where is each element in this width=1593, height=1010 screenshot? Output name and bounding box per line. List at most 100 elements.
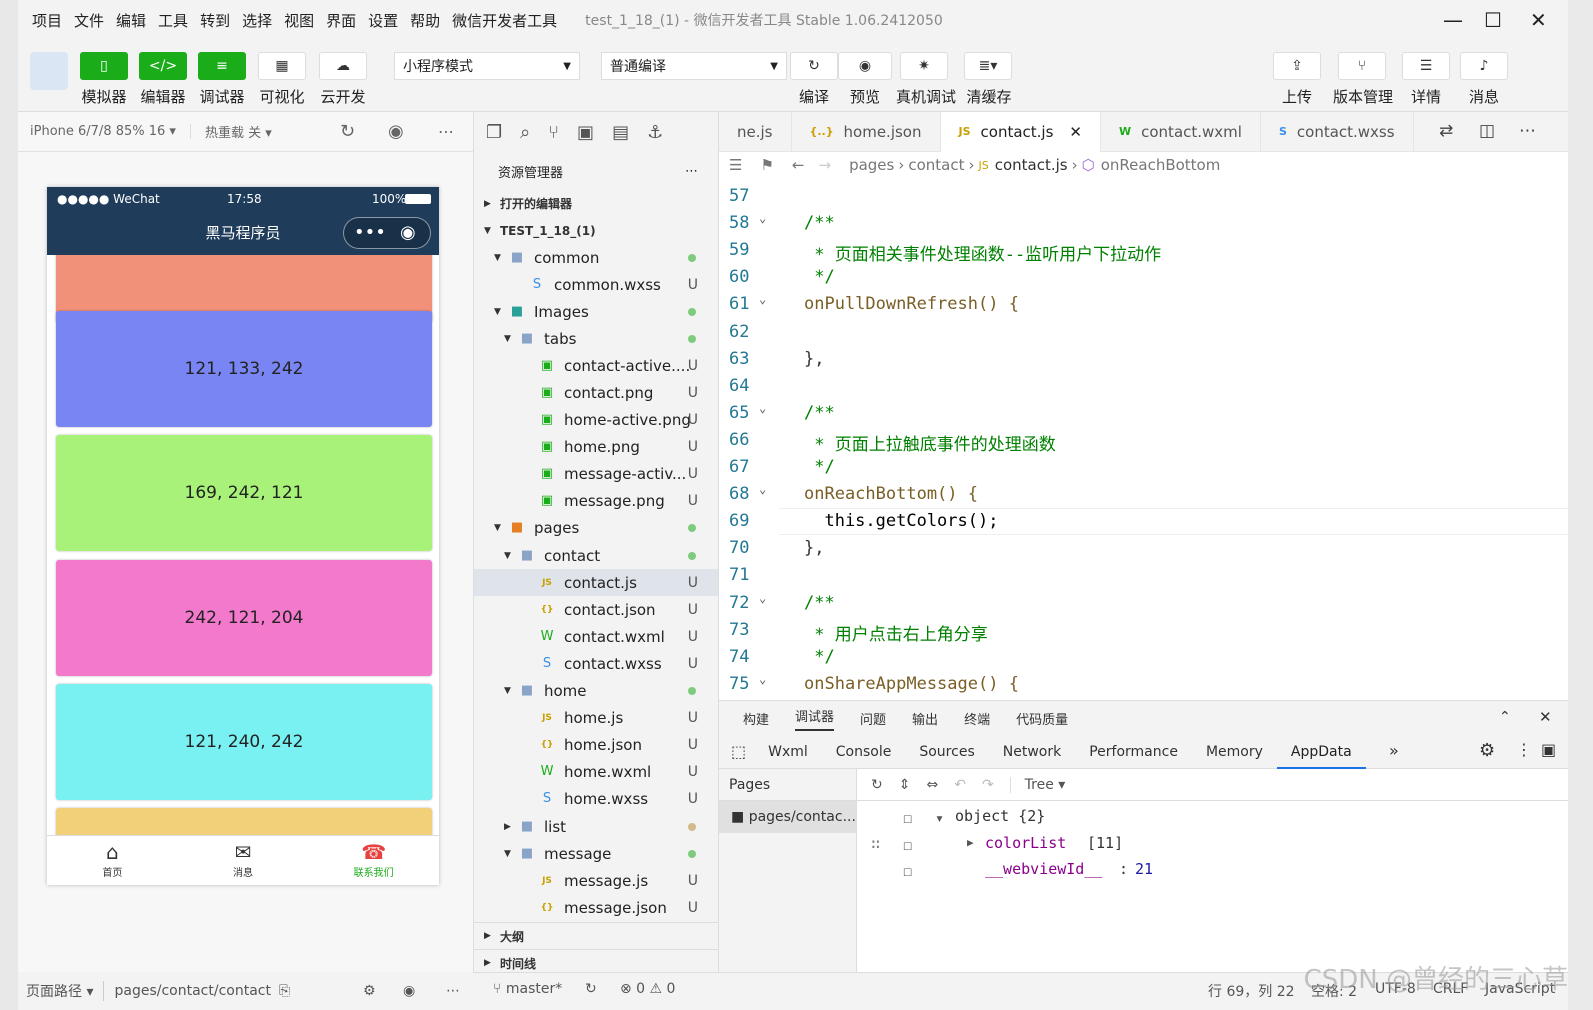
editor-toggle-button[interactable]: </> [139,52,187,80]
devtools-tab[interactable]: Wxml [754,735,822,769]
drag-handle-icon[interactable]: ∷ [871,835,880,853]
close-panel-icon[interactable]: ✕ [1539,708,1552,726]
compare-icon[interactable]: ⇄ [1439,121,1453,141]
dock-icon[interactable]: ▣ [1541,740,1556,759]
docker-icon[interactable]: ⚓ [647,122,663,143]
breadcrumb-contact[interactable]: contact [908,156,964,174]
rotate-icon[interactable]: ↻ [340,121,355,142]
cloud-button[interactable]: ☁ [319,52,367,80]
devtools-tab[interactable]: Sources [905,735,988,769]
file-tree-item[interactable]: ▣ home-active.png U [474,407,718,434]
hot-reload-select[interactable]: 热重载 关 ▾ [205,122,272,141]
file-tree-item[interactable]: ▼ ■ common [474,244,718,271]
settings-gear-icon[interactable]: ⚙ [1479,740,1495,761]
file-tree-item[interactable]: ▼ ■ Images [474,298,718,325]
refresh-icon[interactable]: ↻ [871,777,883,793]
file-tree-item[interactable]: ▣ message-activ... U [474,461,718,488]
menu-item[interactable]: 工具 [152,10,194,31]
upload-button[interactable]: ⇪ [1273,52,1321,80]
inspect-icon[interactable]: ⬚ [719,735,754,769]
sync-icon[interactable]: ↻ [585,981,597,997]
file-tree-item[interactable]: Shome.wxss U [474,786,718,813]
more-tabs-icon[interactable]: » [1389,741,1399,760]
breadcrumb-file[interactable]: contact.js [995,156,1068,174]
close-circle-icon[interactable]: ◉ [400,211,416,255]
checkbox-icon[interactable]: ☐ [903,862,912,880]
menu-item[interactable]: 转到 [194,10,236,31]
devtools-tab[interactable]: Console [822,735,906,769]
expand-all-icon[interactable]: ⇕ [899,777,911,793]
debugger-top-tab[interactable]: 终端 [964,709,990,728]
menu-item[interactable]: 微信开发者工具 [446,10,563,31]
close-tab-icon[interactable]: ✕ [1069,123,1082,141]
file-tree-item[interactable]: Scontact.wxss U [474,650,718,677]
file-tree-item[interactable]: JS home.js U [474,705,718,732]
file-tree-item[interactable]: Whome.wxml U [474,759,718,786]
preview-button[interactable]: ◉ [838,52,892,80]
file-tree-item[interactable]: ▼ ■ message [474,840,718,867]
menu-item[interactable]: 视图 [278,10,320,31]
file-tree-item[interactable]: JS contact.js U [474,569,718,597]
debugger-top-tab[interactable]: 输出 [912,709,938,728]
eye-icon[interactable]: ◉ [403,983,415,999]
device-debug-button[interactable]: ✷ [900,52,948,80]
storage-icon[interactable]: ▤ [612,122,629,143]
chevron-up-icon[interactable]: ⌃ [1499,709,1511,725]
compile-button[interactable]: ↻ [790,52,838,80]
undo-icon[interactable]: ↶ [954,777,966,793]
file-tree-item[interactable]: ▼ ■ pages [474,515,718,542]
tab-editor-file[interactable]: Scontact.wxss [1261,111,1414,152]
menu-item[interactable]: 界面 [320,10,362,31]
visual-button[interactable]: ▦ [258,52,306,80]
menu-item[interactable]: 编辑 [110,10,152,31]
cursor-position[interactable]: 行 69，列 22 [1208,981,1295,1001]
simulator-toggle-button[interactable]: ▯ [80,52,128,80]
breadcrumb-pages[interactable]: pages [849,156,894,174]
menu-item[interactable]: 项目 [26,10,68,31]
debugger-toggle-button[interactable]: ≡ [198,52,246,80]
file-tree-item[interactable]: ▼ ■ contact [474,542,718,569]
open-editors-section[interactable]: ▶ 打开的编辑器 [474,190,718,217]
tab-editor-file[interactable]: Wcontact.wxml [1101,111,1261,152]
kebab-menu-icon[interactable]: ⋮ [1516,740,1532,759]
file-tree-item[interactable]: {} message.json U [474,894,718,921]
devtools-tab[interactable]: Network [989,735,1075,769]
menu-item[interactable]: 设置 [362,10,404,31]
tab-item[interactable]: ⌂ 首页 [47,836,178,885]
file-tree-item[interactable]: {} contact.json U [474,596,718,623]
tab-editor-file[interactable]: {..} home.json [792,111,941,152]
file-tree-item[interactable]: {} home.json U [474,732,718,759]
file-tree-item[interactable]: ▣ contact.png U [474,379,718,406]
mode-select[interactable]: 小程序模式 ▼ [394,52,580,80]
tab-editor-file[interactable]: ne.js [719,111,792,152]
menu-item[interactable]: 帮助 [404,10,446,31]
breadcrumb-symbol[interactable]: onReachBottom [1101,156,1221,174]
extensions-icon[interactable]: ▣ [577,122,594,143]
forward-arrow-icon[interactable]: → [818,156,831,174]
file-tree-item[interactable]: ▼ ■ home [474,678,718,705]
messages-button[interactable]: ♪ [1460,52,1508,80]
tab-item[interactable]: ✉ 消息 [178,836,309,885]
project-section[interactable]: ▼ TEST_1_18_(1) [474,217,718,244]
avatar[interactable] [30,52,68,90]
devtools-tab[interactable]: Memory [1192,735,1277,769]
search-icon[interactable]: ⌕ [520,122,530,143]
menu-item[interactable]: 选择 [236,10,278,31]
close-icon[interactable]: ✕ [1530,8,1547,32]
version-button[interactable]: ⑂ [1338,52,1386,80]
list-icon[interactable]: ☰ [729,156,742,174]
clear-cache-button[interactable]: ≣▾ [964,52,1012,80]
debugger-top-tab[interactable]: 问题 [860,709,886,728]
debugger-top-tab[interactable]: 构建 [743,709,769,728]
page-path-select[interactable]: 页面路径 ▾ [26,981,105,1001]
problems-status[interactable]: ⊗ 0 ⚠ 0 [620,981,675,997]
more-dots-icon[interactable]: ••• [354,211,386,255]
file-tree-item[interactable]: JS message.js U [474,867,718,894]
debugger-top-tab[interactable]: 代码质量 [1016,709,1068,728]
settings-icon[interactable]: ⚙ [363,983,376,999]
tab-editor-file[interactable]: JS contact.js ✕ [940,111,1101,152]
fold-chevron-icon[interactable]: ⌄ [759,672,766,686]
source-control-icon[interactable]: ⑂ [548,122,559,143]
maximize-icon[interactable]: ☐ [1484,8,1502,32]
files-icon[interactable]: ❐ [486,122,502,143]
